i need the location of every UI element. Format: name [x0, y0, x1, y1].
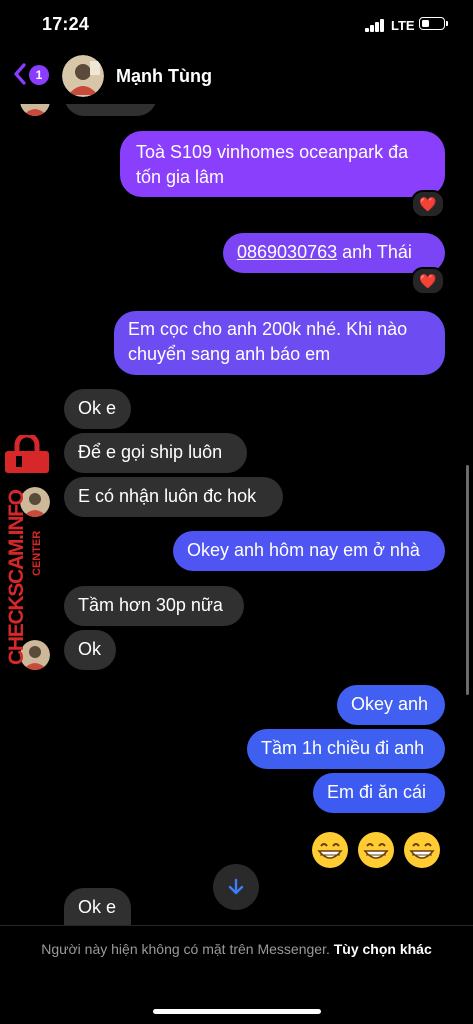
message-incoming[interactable]: Ok [64, 630, 116, 670]
message-outgoing[interactable]: Tầm 1h chiều đi anh [247, 729, 445, 769]
home-indicator[interactable] [153, 1009, 321, 1014]
battery-icon-overlay [419, 17, 445, 30]
svg-text:CHECKSCAM.INFO: CHECKSCAM.INFO [5, 489, 27, 665]
message-outgoing[interactable]: Okey anh [337, 685, 445, 725]
back-chevron-icon-overlay[interactable] [12, 62, 28, 86]
footer-divider [0, 925, 473, 926]
message-incoming[interactable]: Ok e [64, 888, 131, 928]
grinning-face-icon[interactable] [311, 831, 349, 869]
unavailable-notice: Người này hiện không có mặt trên Messeng… [40, 938, 433, 960]
message-outgoing[interactable]: 0869030763 anh Thái [223, 233, 445, 273]
heart-reaction-icon[interactable]: ❤️ [411, 190, 445, 218]
message-outgoing[interactable]: Toà S109 vinhomes oceanpark đa tốn gia l… [120, 131, 445, 197]
scroll-to-bottom-button[interactable] [213, 864, 259, 910]
scrollbar[interactable] [466, 465, 469, 695]
lock-icon [5, 435, 49, 473]
watermark-brand: CHECKSCAM.INFO [5, 489, 27, 665]
contact-avatar-overlay[interactable] [62, 55, 104, 97]
watermark-sub: CENTER [31, 531, 42, 576]
message-outgoing[interactable]: Em cọc cho anh 200k nhé. Khi nào chuyển … [114, 311, 445, 375]
notice-text: Người này hiện không có mặt trên Messeng… [41, 941, 334, 957]
grinning-face-icon[interactable] [357, 831, 395, 869]
message-incoming[interactable]: Ok e [64, 389, 131, 429]
unread-badge-overlay[interactable]: 1 [29, 65, 49, 85]
status-time-overlay: 17:24 [42, 14, 90, 34]
grinning-face-icon[interactable] [403, 831, 441, 869]
message-incoming[interactable]: Tầm hơn 30p nữa [64, 586, 244, 626]
signal-icon-overlay [365, 19, 387, 32]
phone-link[interactable]: 0869030763 [237, 242, 337, 262]
message-incoming[interactable]: E có nhận luôn đc hok [64, 477, 283, 517]
message-text: anh Thái [337, 242, 412, 262]
message-incoming[interactable]: Để e gọi ship luôn [64, 433, 247, 473]
network-label-overlay: LTE [391, 18, 415, 33]
svg-text:CENTER: CENTER [31, 531, 42, 576]
battery-tip-overlay [446, 21, 448, 26]
message-outgoing[interactable]: Okey anh hôm nay em ở nhà [173, 531, 445, 571]
message-outgoing[interactable]: Em đi ăn cái [313, 773, 445, 813]
more-options-link[interactable]: Tùy chọn khác [334, 941, 432, 957]
contact-name-overlay[interactable]: Mạnh Tùng [116, 66, 212, 87]
heart-reaction-icon[interactable]: ❤️ [411, 267, 445, 295]
arrow-down-icon [228, 878, 244, 895]
